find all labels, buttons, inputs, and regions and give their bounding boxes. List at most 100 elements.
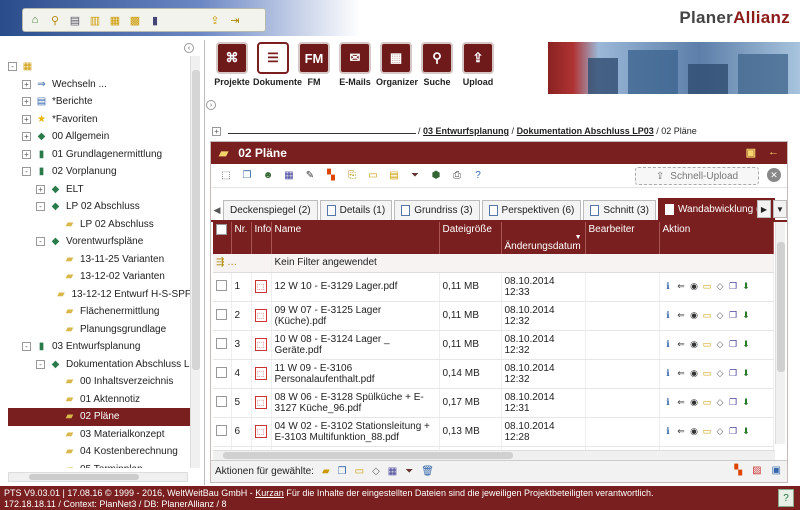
tag-icon[interactable]: ◇ <box>715 397 726 408</box>
bulk-note-icon[interactable]: ▭ <box>355 466 364 477</box>
bulk-tag-icon[interactable]: ◇ <box>372 466 380 477</box>
row-checkbox[interactable] <box>216 279 227 291</box>
tree-item[interactable]: + ▮ 01 Grundlagenermittlung <box>8 146 191 164</box>
new-folder-icon[interactable]: ▣ <box>746 146 756 159</box>
bulk-filter-icon[interactable]: ⏷ <box>405 466 413 477</box>
row-select-cell[interactable] <box>213 417 232 447</box>
breadcrumb-link-2[interactable]: Dokumentation Abschluss LP03 <box>517 126 654 136</box>
tree-item[interactable]: - ◆ Dokumentation Abschluss LPC <box>8 356 191 374</box>
column-header-editor[interactable]: Bearbeiter <box>585 222 660 254</box>
pdf-icon[interactable]: ⬚ <box>254 396 267 409</box>
table-row[interactable]: 3 ⬚ 10 W 08 - E-3124 Lager _ Geräte.pdf 0,1… <box>213 330 774 360</box>
tree-item[interactable]: ▰ Flächenermittlung <box>8 303 191 321</box>
bulk-folder-icon[interactable]: ▰ <box>322 466 330 477</box>
filter-cell[interactable]: ⇶ … <box>213 254 272 273</box>
share-icon[interactable]: ⇐ <box>676 426 687 437</box>
tab-menu-icon[interactable]: ▼ <box>773 200 787 218</box>
row-checkbox[interactable] <box>216 308 227 320</box>
collapse-icon[interactable]: - <box>36 359 45 369</box>
collapse-panel-icon[interactable]: ‹ <box>184 43 194 53</box>
expand-icon[interactable]: + <box>22 97 31 107</box>
color-grid-icon[interactable]: ▚ <box>324 169 338 183</box>
column-header-name[interactable]: Name <box>271 222 440 254</box>
file-name[interactable]: 11 W 09 - E-3106 Personalaufenthalt.pdf <box>271 359 440 389</box>
folder-move-icon[interactable]: ▤ <box>387 169 401 183</box>
tree-item[interactable]: + ▤ *Berichte <box>8 93 191 111</box>
row-select-cell[interactable] <box>213 359 232 389</box>
comment-icon[interactable]: ▭ <box>702 281 713 292</box>
module-fm-button[interactable]: FM FM <box>294 42 334 87</box>
row-info[interactable]: ⬚ <box>251 359 272 389</box>
tree-item[interactable]: - ▦ <box>8 58 191 76</box>
table-row[interactable]: 2 ⬚ 09 W 07 - E-3125 Lager (Küche).pdf 0,11… <box>213 301 774 331</box>
tab-grundriss[interactable]: Grundriss (3) <box>394 200 480 220</box>
bulk-duplicate-icon[interactable]: ▦ <box>388 466 397 477</box>
tag-icon[interactable]: ◇ <box>715 368 726 379</box>
grid-icon[interactable]: ▩ <box>127 12 143 28</box>
view-icon[interactable]: ◉ <box>689 426 700 437</box>
tab-prev-icon[interactable]: ◀ <box>211 200 223 220</box>
table-row[interactable]: 6 ⬚ 04 W 02 - E-3102 Stationsleitung + E-3… <box>213 417 774 447</box>
select-all-checkbox[interactable] <box>216 224 227 235</box>
grid-vertical-scrollbar[interactable] <box>775 222 785 444</box>
toggle-icon[interactable]: › <box>206 100 216 110</box>
download-icon[interactable]: ⬇ <box>741 281 752 292</box>
tree-item[interactable]: ▰ LP 02 Abschluss <box>8 216 191 234</box>
row-info[interactable]: ⬚ <box>251 301 272 331</box>
copy-icon[interactable]: ❐ <box>728 310 739 321</box>
tag-icon[interactable]: ◇ <box>715 310 726 321</box>
tree-item[interactable]: + ★ *Favoriten <box>8 111 191 129</box>
collapse-icon[interactable]: - <box>36 237 45 247</box>
tree-item[interactable]: - ▮ 03 Entwurfsplanung <box>8 338 191 356</box>
share-icon[interactable]: ⇐ <box>676 339 687 350</box>
copy-icon[interactable]: ❐ <box>728 339 739 350</box>
select-all-header[interactable] <box>213 222 232 254</box>
back-arrow-icon[interactable]: ← <box>768 146 779 159</box>
home-icon[interactable]: ⌂ <box>27 12 43 28</box>
pdf-icon[interactable]: ⬚ <box>254 367 267 380</box>
breadcrumb-expand-icon[interactable]: + <box>212 127 221 136</box>
copy-icon[interactable]: ❐ <box>728 281 739 292</box>
breadcrumb-link-1[interactable]: 03 Entwurfsplanung <box>423 126 509 136</box>
pdf-icon[interactable]: ⬚ <box>254 338 267 351</box>
expand-icon[interactable]: + <box>22 114 31 124</box>
module-dokumente-button[interactable]: ☰ Dokumente <box>253 42 302 87</box>
users-icon[interactable]: ☻ <box>261 169 275 183</box>
grid-horizontal-scrollbar[interactable] <box>213 450 775 460</box>
tree-horizontal-scrollbar[interactable] <box>8 472 188 482</box>
document-icon[interactable]: ▤ <box>67 12 83 28</box>
collapse-icon[interactable]: - <box>36 202 45 212</box>
print-icon[interactable]: ⎙ <box>450 169 464 183</box>
row-checkbox[interactable] <box>216 395 227 407</box>
tree-item[interactable]: ▰ 05 Terminplan <box>8 461 191 468</box>
pin-icon[interactable]: ✎ <box>303 169 317 183</box>
tree-item[interactable]: ▰ 13-12-02 Varianten <box>8 268 191 286</box>
share-icon[interactable]: ⇐ <box>676 368 687 379</box>
row-info[interactable]: ⬚ <box>251 272 272 302</box>
lock-icon[interactable]: ⬢ <box>429 169 443 183</box>
tree-item[interactable]: ▰ 02 Pläne <box>8 408 191 426</box>
save-icon[interactable]: ▣ <box>772 465 781 476</box>
note-icon[interactable]: ▭ <box>366 169 380 183</box>
table-row[interactable]: 1 ⬚ 12 W 10 - E-3129 Lager.pdf 0,11 MB 08.10… <box>213 272 774 302</box>
module-upload-button[interactable]: ⇪ Upload <box>458 42 498 87</box>
search-icon[interactable]: ⚲ <box>47 12 63 28</box>
tree-icon[interactable]: ▦ <box>107 12 123 28</box>
tree-item[interactable]: + ◆ 00 Allgemein <box>8 128 191 146</box>
comment-icon[interactable]: ▭ <box>702 310 713 321</box>
tree-item[interactable]: - ▮ 02 Vorplanung <box>8 163 191 181</box>
help-icon[interactable]: ? <box>471 169 485 183</box>
expand-icon[interactable]: + <box>22 149 31 159</box>
view-icon[interactable]: ◉ <box>689 339 700 350</box>
expand-icon[interactable]: + <box>22 79 31 89</box>
comment-icon[interactable]: ▭ <box>702 426 713 437</box>
expand-icon[interactable]: + <box>22 132 31 142</box>
filter-icon[interactable]: ⏷ <box>408 169 422 183</box>
pdf-export-icon[interactable]: ▨ <box>752 465 761 476</box>
view-icon[interactable]: ◉ <box>689 310 700 321</box>
column-header-action[interactable]: Aktion <box>659 222 774 254</box>
column-header-nr[interactable]: Nr. <box>231 222 252 254</box>
info-icon[interactable]: ℹ <box>663 368 674 379</box>
download-icon[interactable]: ⬇ <box>741 339 752 350</box>
row-checkbox[interactable] <box>216 337 227 349</box>
